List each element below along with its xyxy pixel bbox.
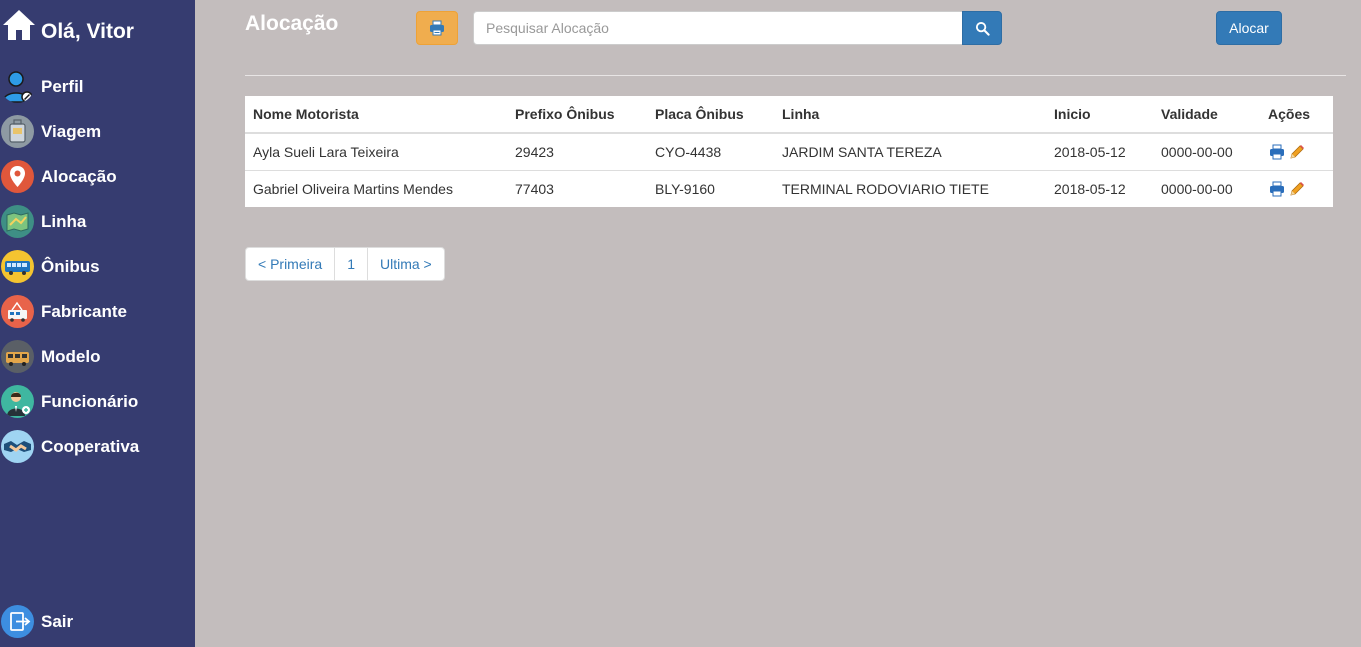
allocation-table: Nome Motorista Prefixo Ônibus Placa Ônib… [245,96,1333,207]
bus-icon [1,250,34,283]
sidebar: Olá, Vitor Perfil Viagem Alocação Linha … [0,0,195,647]
cell-prefixo: 29423 [515,143,554,160]
cell-prefixo: 77403 [507,169,647,207]
sidebar-item-label: Viagem [41,121,102,141]
sidebar-item-fabricante[interactable]: Fabricante [0,289,195,334]
sidebar-nav: Perfil Viagem Alocação Linha Ônibus Fabr… [0,64,195,469]
pagination: < Primeira 1 Ultima > [245,247,445,281]
sidebar-item-label: Ônibus [41,256,100,276]
pagination-last[interactable]: Ultima > [366,247,445,281]
sidebar-item-perfil[interactable]: Perfil [0,64,195,109]
cell-actions [1260,133,1333,170]
greeting[interactable]: Olá, Vitor [2,6,134,44]
cell-motorista: Ayla Sueli Lara Teixeira [253,143,399,160]
user-icon [1,70,34,103]
cell-linha: TERMINAL RODOVIARIO TIETE [774,169,1046,207]
sidebar-item-viagem[interactable]: Viagem [0,109,195,154]
logout-button[interactable]: Sair [0,599,73,644]
printer-icon [1270,181,1284,197]
sidebar-item-linha[interactable]: Linha [0,199,195,244]
logout-label: Sair [41,611,74,631]
column-header-validade: Validade [1153,96,1260,134]
edit-row-button[interactable] [1288,143,1306,161]
cell-inicio: 2018-05-12 [1054,143,1126,160]
search-icon [975,21,990,36]
pagination-page-1[interactable]: 1 [334,247,368,281]
cell-validade: 0000-00-00 [1161,143,1233,160]
cell-placa: CYO-4438 [655,143,722,160]
search-button[interactable] [962,11,1002,45]
logout-icon [1,605,34,638]
header-divider [245,75,1346,76]
sidebar-item-label: Alocação [41,166,117,186]
handshake-icon [1,430,34,463]
row-actions [1268,180,1325,198]
luggage-icon [1,115,34,148]
column-header-acoes: Ações [1260,96,1333,134]
sidebar-item-alocacao[interactable]: Alocação [0,154,195,199]
edit-row-button[interactable] [1288,180,1306,198]
column-header-inicio: Inicio [1046,96,1153,134]
pencil-icon [1290,144,1304,159]
column-header-linha: Linha [774,96,1046,134]
sidebar-item-onibus[interactable]: Ônibus [0,244,195,289]
sidebar-item-label: Modelo [41,346,101,366]
sidebar-item-label: Cooperativa [41,436,140,456]
print-row-button[interactable] [1268,180,1286,198]
sidebar-item-label: Linha [41,211,87,231]
sidebar-item-label: Funcionário [41,391,139,411]
van-icon [1,340,34,373]
sidebar-item-cooperativa[interactable]: Cooperativa [0,424,195,469]
search-input[interactable] [473,11,963,45]
factory-icon [1,295,34,328]
print-row-button[interactable] [1268,143,1286,161]
column-header-nome-motorista: Nome Motorista [245,96,507,134]
sidebar-item-funcionario[interactable]: Funcionário [0,379,195,424]
page-title: Alocação [245,12,339,35]
home-icon[interactable] [2,9,36,41]
pagination-first[interactable]: < Primeira [245,247,336,281]
sidebar-item-modelo[interactable]: Modelo [0,334,195,379]
column-header-placa-onibus: Placa Ônibus [647,96,774,134]
employee-icon [1,385,34,418]
table-header-row: Nome Motorista Prefixo Ônibus Placa Ônib… [245,96,1333,134]
cell-linha: JARDIM SANTA TEREZA [782,143,942,160]
cell-inicio: 2018-05-12 [1046,169,1153,207]
print-button[interactable] [416,11,458,45]
cell-actions [1260,169,1333,207]
table-row: Ayla Sueli Lara Teixeira 29423 CYO-4438 … [245,133,1333,170]
map-icon [1,205,34,238]
sidebar-item-label: Perfil [41,76,84,96]
alocar-button[interactable]: Alocar [1216,11,1282,45]
printer-icon [430,20,444,36]
column-header-prefixo-onibus: Prefixo Ônibus [507,96,647,134]
row-actions [1268,143,1325,161]
pencil-icon [1290,181,1304,196]
cell-placa: BLY-9160 [647,169,774,207]
printer-icon [1270,144,1284,160]
greeting-text: Olá, Vitor [41,20,134,43]
cell-motorista: Gabriel Oliveira Martins Mendes [245,169,507,207]
cell-validade: 0000-00-00 [1153,169,1260,207]
sidebar-item-label: Fabricante [41,301,127,321]
location-pin-icon [1,160,34,193]
table-row: Gabriel Oliveira Martins Mendes 77403 BL… [245,169,1333,207]
